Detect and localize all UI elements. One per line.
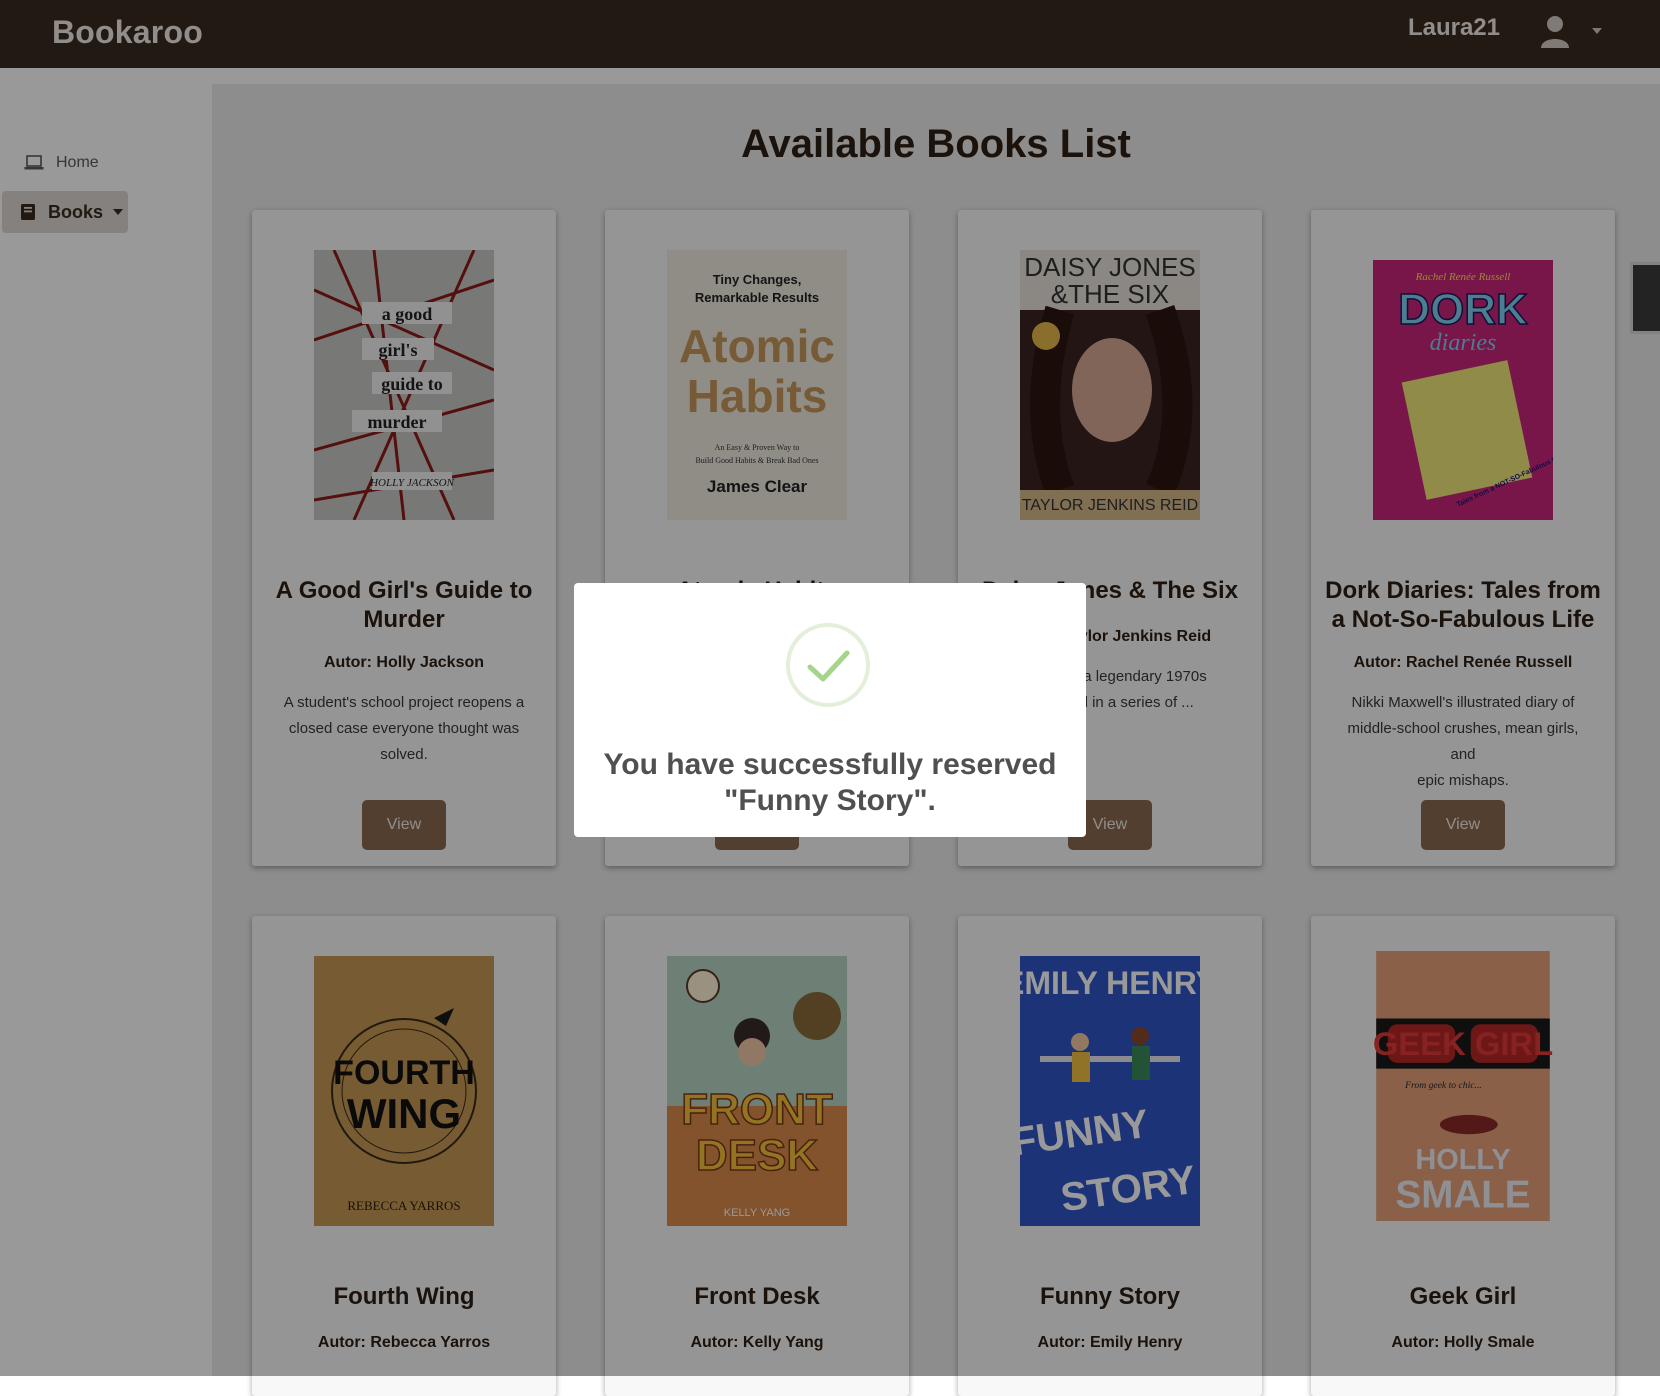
success-dialog: You have successfully reserved "Funny St… (574, 583, 1086, 837)
success-message: You have successfully reserved "Funny St… (594, 747, 1066, 819)
success-check-icon (786, 623, 870, 707)
success-message-line: "Funny Story". (724, 784, 936, 817)
success-message-line: You have successfully reserved (603, 748, 1057, 781)
